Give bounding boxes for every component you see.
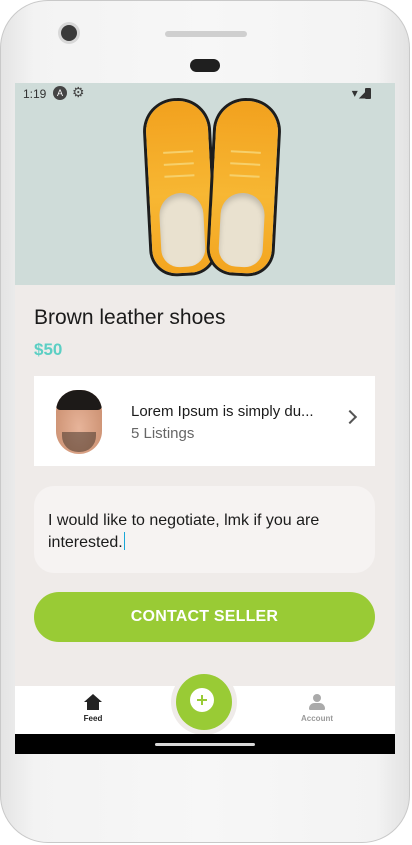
product-price: $50 (34, 340, 63, 359)
text-cursor (123, 532, 125, 550)
avatar-hair (56, 390, 102, 410)
earpiece-bar (165, 31, 247, 37)
app-screen: 1:19 A ⚙ ▾◢ Brown leather shoes $50 Lore… (15, 83, 395, 754)
a-badge-icon: A (53, 86, 67, 100)
lace (229, 174, 260, 178)
lace (163, 162, 194, 166)
shoe-inner (217, 191, 266, 269)
system-gesture-bar (15, 734, 395, 754)
home-icon (84, 694, 102, 710)
nav-account-label: Account (301, 714, 333, 723)
message-text: I would like to negotiate, lmk if you ar… (48, 512, 320, 551)
message-input[interactable]: I would like to negotiate, lmk if you ar… (34, 486, 375, 573)
product-title: Brown leather shoes (34, 306, 226, 329)
nav-feed-label: Feed (83, 714, 103, 723)
person-icon (308, 694, 326, 710)
right-shoe (208, 99, 280, 275)
front-camera (61, 25, 77, 41)
seller-listings: 5 Listings (131, 425, 195, 442)
status-time: 1:19 (23, 87, 47, 101)
speaker (190, 59, 220, 72)
nav-item-account[interactable]: Account (277, 694, 357, 723)
avatar (56, 390, 102, 454)
home-gesture-pill[interactable] (155, 743, 255, 746)
add-listing-button[interactable] (176, 674, 232, 730)
lace (230, 162, 261, 166)
product-image (15, 83, 395, 285)
seller-card[interactable]: Lorem Ipsum is simply du... 5 Listings (34, 376, 375, 466)
plus-icon (190, 688, 214, 712)
status-bar: 1:19 A ⚙ ▾◢ (15, 83, 395, 105)
lace (164, 174, 195, 178)
lace (163, 150, 194, 154)
lace (230, 150, 261, 154)
phone-frame: 1:19 A ⚙ ▾◢ Brown leather shoes $50 Lore… (0, 0, 410, 843)
avatar-beard (62, 432, 96, 452)
contact-seller-button[interactable]: CONTACT SELLER (34, 592, 375, 642)
left-shoe (144, 99, 216, 275)
battery-icon (365, 88, 371, 99)
seller-name: Lorem Ipsum is simply du... (131, 403, 314, 420)
gear-icon: ⚙ (72, 84, 85, 100)
chevron-right-icon (342, 409, 358, 425)
shoe-inner (158, 191, 207, 269)
nav-item-feed[interactable]: Feed (53, 694, 133, 723)
